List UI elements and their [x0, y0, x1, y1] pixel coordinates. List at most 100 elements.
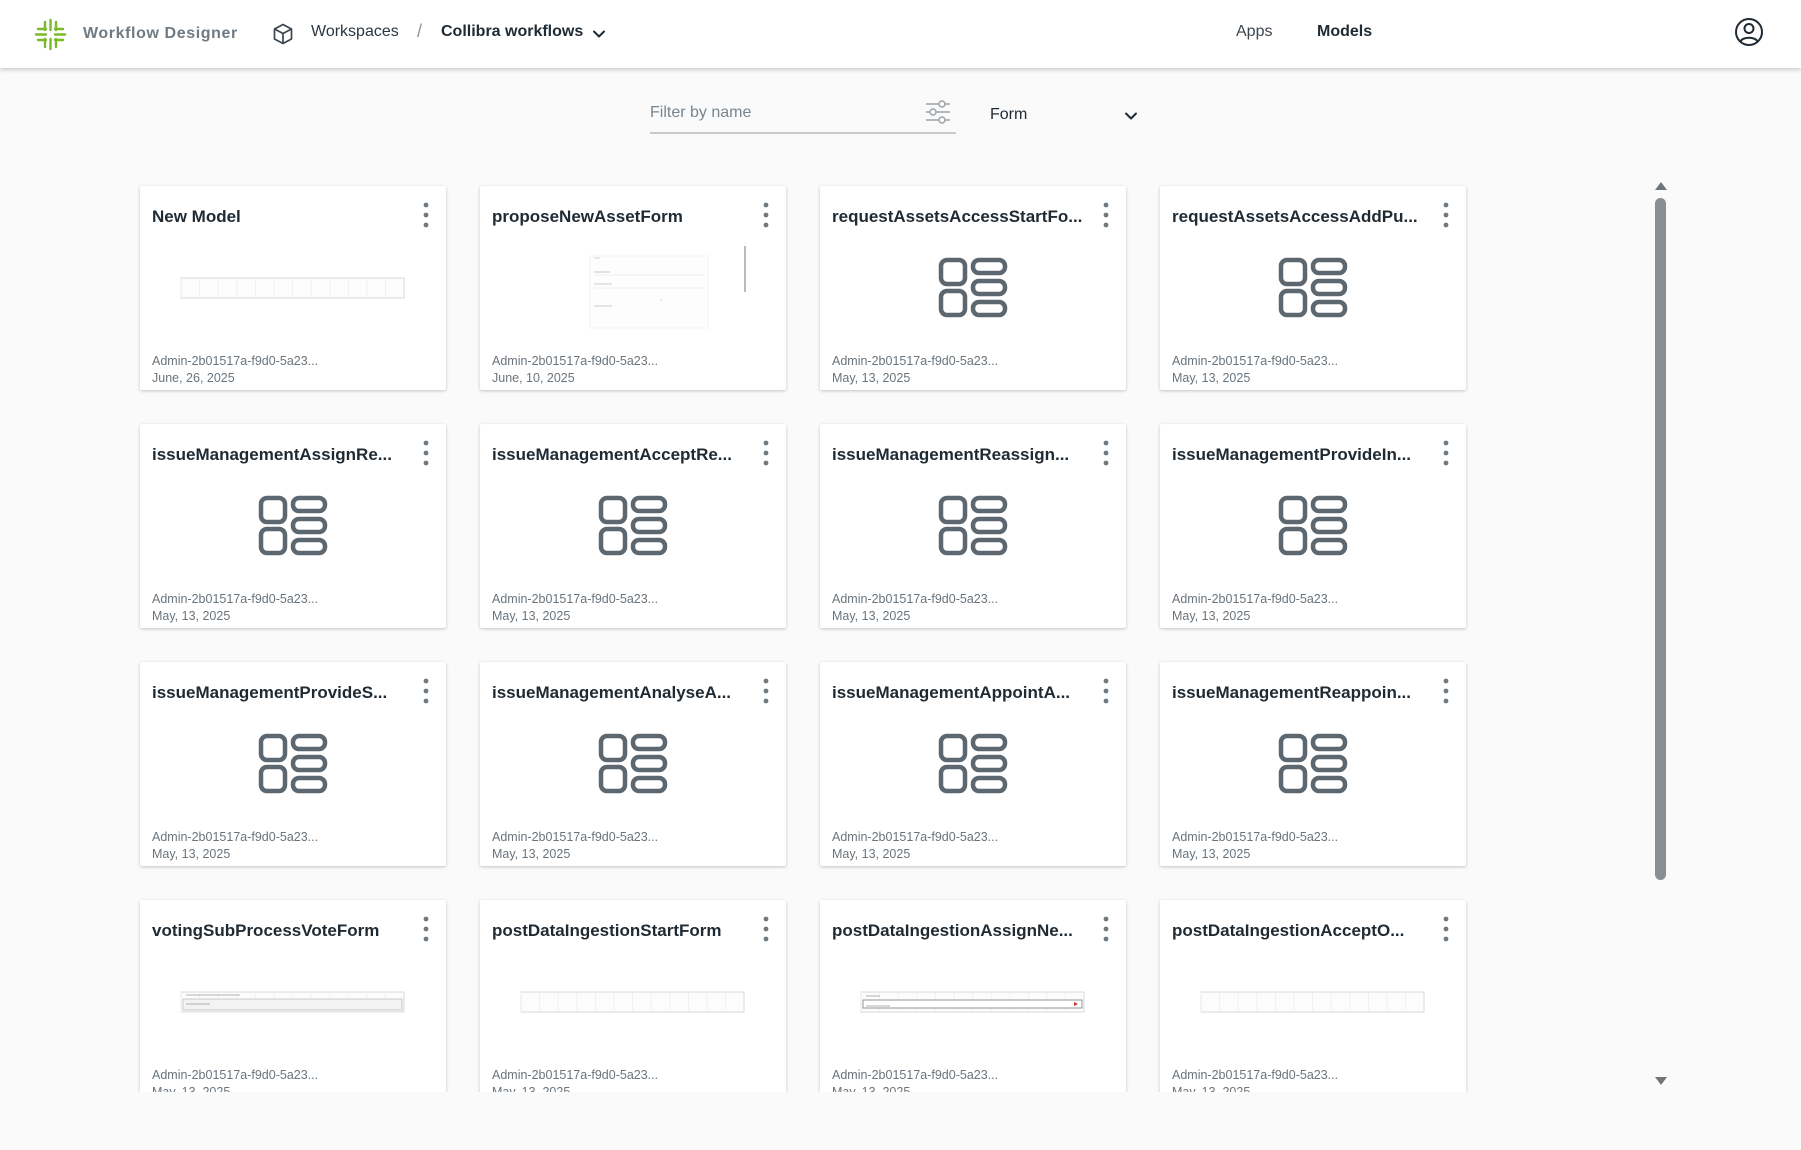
model-card-author: Admin-2b01517a-f9d0-5a23...: [832, 830, 999, 844]
dashboard-layout-icon: [258, 495, 328, 556]
model-card[interactable]: issueManagementAssignRe... Admin-2b01517a…: [140, 424, 446, 628]
dashboard-layout-icon: [598, 495, 668, 556]
breadcrumb-separator: /: [417, 21, 423, 41]
model-card[interactable]: postDataIngestionAssignNe... Admin-2b0151…: [820, 900, 1126, 1092]
more-options-icon[interactable]: [1438, 438, 1454, 468]
filter-by-name-input[interactable]: [650, 96, 910, 130]
model-card-title: postDataIngestionStartForm: [492, 921, 722, 940]
breadcrumb-workspaces[interactable]: Workspaces: [311, 23, 399, 41]
more-options-icon[interactable]: [418, 914, 434, 944]
breadcrumb-current-workspace[interactable]: Collibra workflows: [441, 23, 583, 41]
form-preview-thumbnail: [860, 991, 1085, 1013]
model-card-title: New Model: [152, 207, 241, 226]
form-preview-thumbnail: [180, 277, 405, 299]
model-card-date: May, 13, 2025: [1172, 1085, 1251, 1092]
model-card-date: May, 13, 2025: [152, 1085, 231, 1092]
model-card[interactable]: issueManagementAppointA... Admin-2b01517a…: [820, 662, 1126, 866]
more-options-icon[interactable]: [418, 676, 434, 706]
form-preview-thumbnail: [520, 991, 745, 1013]
dashboard-layout-icon: [938, 495, 1008, 556]
more-options-icon[interactable]: [1438, 200, 1454, 230]
model-card-author: Admin-2b01517a-f9d0-5a23...: [152, 1068, 319, 1082]
model-card[interactable]: issueManagementAcceptRe... Admin-2b01517a…: [480, 424, 786, 628]
model-card-author: Admin-2b01517a-f9d0-5a23...: [832, 354, 999, 368]
scroll-down-arrow-icon[interactable]: [1654, 1076, 1668, 1086]
model-card[interactable]: New Model Admin-2b01517a-f9d0-5a23... June…: [140, 186, 446, 390]
vertical-scrollbar[interactable]: [1655, 198, 1666, 880]
model-card-author: Admin-2b01517a-f9d0-5a23...: [492, 1068, 659, 1082]
model-card[interactable]: issueManagementProvideS... Admin-2b01517a…: [140, 662, 446, 866]
model-card-title: issueManagementAppointA...: [832, 683, 1071, 702]
model-card-author: Admin-2b01517a-f9d0-5a23...: [832, 592, 999, 606]
scroll-up-arrow-icon[interactable]: [1654, 181, 1668, 191]
chevron-down-icon: [1125, 112, 1137, 120]
model-card[interactable]: proposeNewAssetForm Admin-2b01517a-f9d0-5…: [480, 186, 786, 390]
model-card-title: issueManagementAnalyseA...: [492, 683, 732, 702]
model-card-title: postDataIngestionAssignNe...: [832, 921, 1073, 940]
model-card[interactable]: issueManagementReassign... Admin-2b01517a…: [820, 424, 1126, 628]
model-card-author: Admin-2b01517a-f9d0-5a23...: [152, 354, 319, 368]
model-type-select[interactable]: Form: [990, 100, 1140, 132]
app-title: Workflow Designer: [83, 25, 238, 42]
model-card-author: Admin-2b01517a-f9d0-5a23...: [1172, 1068, 1339, 1082]
model-card-date: May, 13, 2025: [492, 609, 571, 623]
model-card-date: May, 13, 2025: [832, 609, 911, 623]
model-card-date: June, 26, 2025: [152, 371, 235, 385]
model-card[interactable]: requestAssetsAccessAddPu... Admin-2b01517…: [1160, 186, 1466, 390]
model-card-date: May, 13, 2025: [152, 609, 231, 623]
more-options-icon[interactable]: [418, 438, 434, 468]
model-card-title: proposeNewAssetForm: [492, 207, 683, 226]
model-card[interactable]: issueManagementReappoin... Admin-2b01517a…: [1160, 662, 1466, 866]
nav-models-link[interactable]: Models: [1317, 23, 1372, 41]
model-card-title: issueManagementReassign...: [832, 445, 1070, 464]
filter-settings-icon[interactable]: [924, 98, 952, 126]
model-card[interactable]: postDataIngestionStartForm Admin-2b01517a…: [480, 900, 786, 1092]
scrollbar-thumb[interactable]: [1655, 198, 1666, 880]
model-card-author: Admin-2b01517a-f9d0-5a23...: [492, 592, 659, 606]
models-grid: New Model Admin-2b01517a-f9d0-5a23... June…: [136, 178, 1476, 1092]
more-options-icon[interactable]: [1098, 200, 1114, 230]
model-card-date: May, 13, 2025: [492, 847, 571, 861]
collibra-logo-icon[interactable]: [34, 18, 67, 51]
model-card[interactable]: postDataIngestionAcceptO... Admin-2b01517…: [1160, 900, 1466, 1092]
model-card-author: Admin-2b01517a-f9d0-5a23...: [492, 830, 659, 844]
form-preview-thumbnail: [589, 246, 746, 329]
model-card-title: requestAssetsAccessAddPu...: [1172, 207, 1418, 226]
filter-field: [650, 96, 956, 134]
model-card[interactable]: issueManagementAnalyseA... Admin-2b01517a…: [480, 662, 786, 866]
nav-apps-link[interactable]: Apps: [1236, 23, 1272, 41]
more-options-icon[interactable]: [758, 676, 774, 706]
more-options-icon[interactable]: [758, 914, 774, 944]
dashboard-layout-icon: [258, 733, 328, 794]
model-card[interactable]: issueManagementProvideIn... Admin-2b01517…: [1160, 424, 1466, 628]
more-options-icon[interactable]: [758, 200, 774, 230]
more-options-icon[interactable]: [418, 200, 434, 230]
more-options-icon[interactable]: [1438, 676, 1454, 706]
model-card-author: Admin-2b01517a-f9d0-5a23...: [152, 830, 319, 844]
model-card-date: June, 10, 2025: [492, 371, 575, 385]
model-card-date: May, 13, 2025: [152, 847, 231, 861]
account-icon[interactable]: [1734, 17, 1764, 47]
model-card-author: Admin-2b01517a-f9d0-5a23...: [152, 592, 319, 606]
more-options-icon[interactable]: [758, 438, 774, 468]
chevron-down-icon[interactable]: [591, 26, 607, 42]
model-card-title: requestAssetsAccessStartFo...: [832, 207, 1083, 226]
model-card-title: issueManagementProvideIn...: [1172, 445, 1412, 464]
model-card-author: Admin-2b01517a-f9d0-5a23...: [1172, 354, 1339, 368]
model-card[interactable]: votingSubProcessVoteForm Admin-2b01517a-f…: [140, 900, 446, 1092]
model-card-date: May, 13, 2025: [1172, 609, 1251, 623]
more-options-icon[interactable]: [1098, 438, 1114, 468]
more-options-icon[interactable]: [1438, 914, 1454, 944]
dashboard-layout-icon: [1278, 495, 1348, 556]
more-options-icon[interactable]: [1098, 676, 1114, 706]
model-card-author: Admin-2b01517a-f9d0-5a23...: [1172, 830, 1339, 844]
model-card-title: issueManagementReappoin...: [1172, 683, 1411, 702]
model-card[interactable]: requestAssetsAccessStartFo... Admin-2b015…: [820, 186, 1126, 390]
model-card-author: Admin-2b01517a-f9d0-5a23...: [832, 1068, 999, 1082]
model-card-title: votingSubProcessVoteForm: [152, 921, 380, 940]
model-card-date: May, 13, 2025: [1172, 847, 1251, 861]
more-options-icon[interactable]: [1098, 914, 1114, 944]
form-preview-thumbnail: [180, 991, 405, 1013]
dashboard-layout-icon: [938, 257, 1008, 318]
model-card-date: May, 13, 2025: [1172, 371, 1251, 385]
